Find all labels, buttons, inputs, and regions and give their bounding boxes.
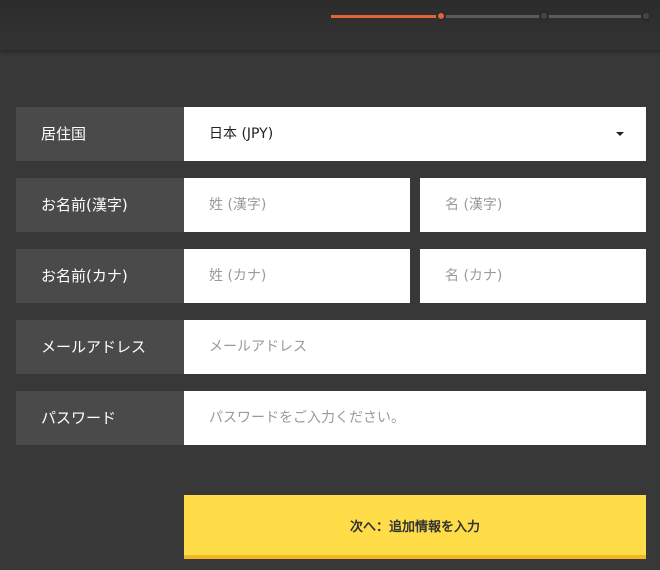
- country-selected-value: 日本 (JPY): [209, 126, 274, 142]
- last-name-kana-input[interactable]: [184, 249, 410, 303]
- country-row: 居住国 日本 (JPY): [16, 107, 646, 161]
- name-kana-label: お名前(カナ): [16, 249, 184, 303]
- progress-step-3: [641, 11, 651, 21]
- name-kana-row: お名前(カナ): [16, 249, 646, 303]
- password-input[interactable]: [184, 391, 646, 445]
- progress-header: [0, 0, 660, 50]
- password-label: パスワード: [16, 391, 184, 445]
- progress-step-1: [436, 11, 446, 21]
- first-name-kana-input[interactable]: [420, 249, 646, 303]
- country-label: 居住国: [16, 107, 184, 161]
- last-name-kanji-input[interactable]: [184, 178, 410, 232]
- registration-page: 居住国 日本 (JPY) お名前(漢字) お名前(カナ) メールアドレス パスワ…: [0, 0, 660, 570]
- dropdown-caret-icon: [616, 132, 624, 136]
- password-row: パスワード: [16, 391, 646, 445]
- progress-step-2: [539, 11, 549, 21]
- name-kanji-label: お名前(漢字): [16, 178, 184, 232]
- email-input[interactable]: [184, 320, 646, 374]
- name-kanji-row: お名前(漢字): [16, 178, 646, 232]
- email-row: メールアドレス: [16, 320, 646, 374]
- first-name-kanji-input[interactable]: [420, 178, 646, 232]
- email-label: メールアドレス: [16, 320, 184, 374]
- next-step-button[interactable]: 次へ：追加情報を入力: [184, 495, 646, 559]
- country-select[interactable]: 日本 (JPY): [184, 107, 646, 161]
- progress-fill: [331, 15, 441, 18]
